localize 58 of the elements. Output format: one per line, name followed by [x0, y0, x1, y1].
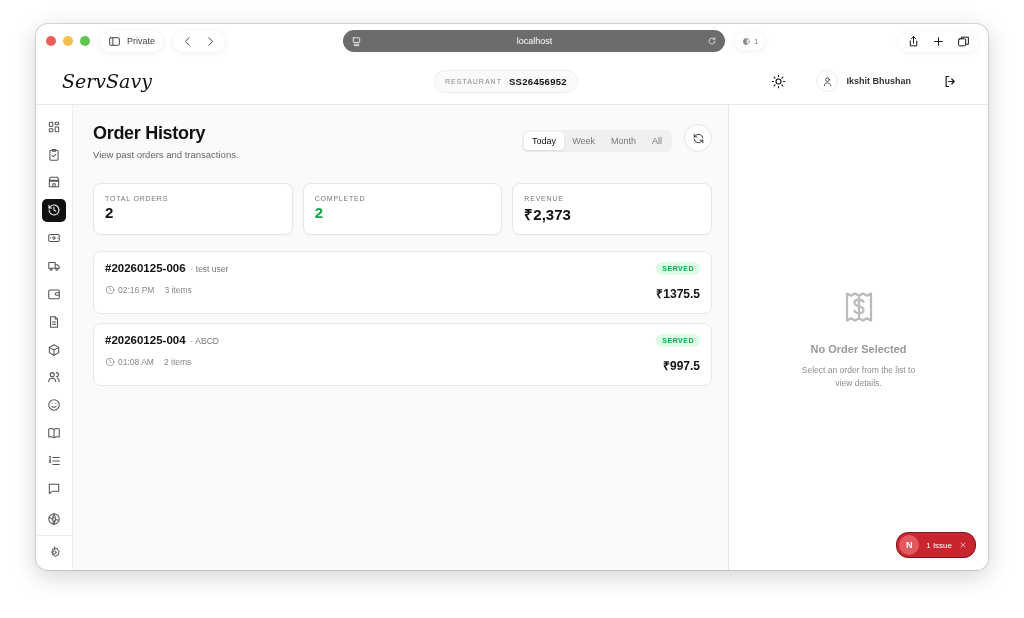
address-bar[interactable]: localhost: [343, 30, 725, 52]
grid-icon: [47, 119, 61, 134]
page-subtitle: View past orders and transactions.: [93, 149, 239, 160]
period-tab[interactable]: All: [644, 132, 670, 150]
customer-name: · test user: [190, 264, 229, 274]
history-icon: [47, 203, 61, 218]
clipboard-check-icon: [47, 147, 61, 162]
store-icon: [47, 175, 61, 190]
plus-icon: [932, 34, 945, 48]
box-icon: [47, 342, 61, 357]
globe-icon: [47, 511, 61, 526]
order-time: 02:16 PM: [118, 285, 155, 295]
smiley-icon: [47, 398, 61, 413]
period-tab[interactable]: Week: [564, 132, 603, 150]
sidebar-item[interactable]: [42, 198, 66, 223]
stat-value: 2: [105, 204, 115, 221]
framework-logo: N: [899, 535, 920, 555]
order-number: #20260125-004: [105, 334, 186, 346]
order-number: #20260125-006: [105, 262, 186, 274]
sun-icon: [771, 73, 787, 89]
close-icon[interactable]: [46, 36, 56, 46]
period-tab[interactable]: Month: [602, 132, 644, 150]
order-total: ₹997.5: [662, 358, 700, 374]
user-icon: [822, 75, 833, 87]
sidebar-icon: [108, 34, 121, 48]
document-icon: [47, 314, 61, 329]
refresh-button[interactable]: [684, 124, 712, 152]
share-icon: [907, 34, 920, 48]
private-tab-button[interactable]: Private: [100, 30, 163, 52]
order-time: 01:08 AM: [118, 357, 154, 367]
stat-value: ₹2,373: [524, 205, 572, 224]
truck-icon: [47, 259, 61, 274]
book-icon: [47, 426, 61, 441]
shield-counter[interactable]: 1: [735, 32, 766, 50]
stat-value: 2: [314, 204, 324, 221]
clock-icon: [105, 285, 115, 295]
close-icon: [959, 541, 967, 549]
wallet-icon: [47, 286, 61, 301]
users-icon: [47, 370, 61, 385]
page-title: Order History: [93, 123, 207, 144]
restaurant-id: SS26456952: [508, 75, 567, 87]
issue-count: 1 Issue: [926, 540, 952, 550]
customer-name: · ABCD: [190, 336, 219, 346]
empty-state-message: Select an order from the list to view details.: [800, 364, 917, 390]
tabs-icon: [957, 34, 970, 48]
user-name[interactable]: Ikshit Bhushan: [846, 76, 911, 86]
chat-icon: [47, 481, 61, 496]
order-total: ₹1375.5: [656, 286, 700, 302]
item-count: 2 items: [163, 357, 192, 367]
refresh-icon: [691, 131, 705, 145]
reload-icon: [707, 36, 717, 46]
logout-icon: [943, 73, 958, 89]
period-tab[interactable]: Today: [524, 132, 565, 150]
clock-icon: [105, 357, 115, 367]
logo[interactable]: ServSavy: [62, 70, 362, 92]
empty-state-title: No Order Selected: [810, 343, 907, 355]
item-count: 3 items: [164, 285, 192, 295]
issue-badge[interactable]: N 1 Issue: [896, 532, 976, 558]
